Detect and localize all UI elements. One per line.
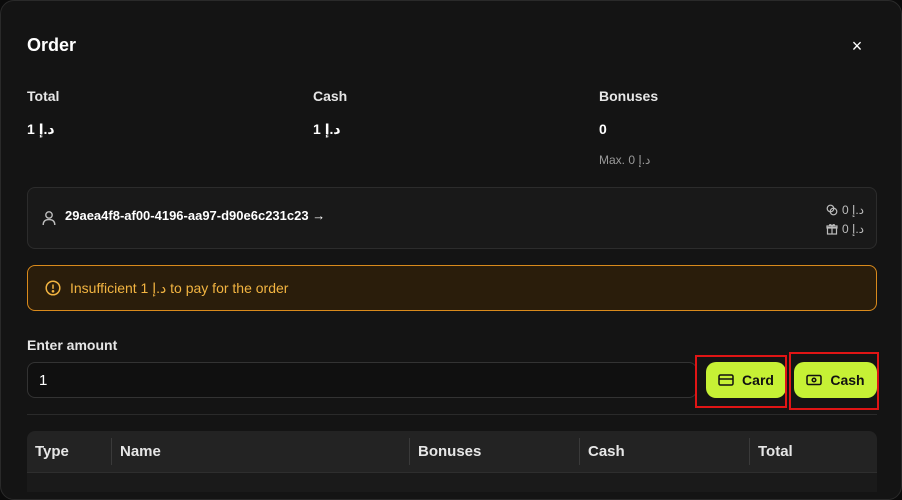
amount-input[interactable] bbox=[27, 362, 697, 398]
user-id-link[interactable]: 29aea4f8-af00-4196-aa97-d90e6c231c23 → bbox=[65, 208, 325, 223]
col-separator bbox=[409, 438, 410, 465]
cash-balance-row: 0 د.إ bbox=[826, 200, 864, 219]
user-icon bbox=[42, 211, 56, 226]
user-balances: 0 د.إ 0 د.إ bbox=[826, 200, 864, 238]
cash-button-label: Cash bbox=[830, 372, 865, 388]
gift-icon bbox=[826, 223, 838, 235]
card-button[interactable]: Card bbox=[706, 362, 786, 398]
stat-bonuses: Bonuses 0 Max. 0 د.إ bbox=[599, 88, 658, 167]
user-id-text: 29aea4f8-af00-4196-aa97-d90e6c231c23 bbox=[65, 208, 309, 223]
table-header: Type Name Bonuses Cash Total bbox=[27, 431, 877, 472]
col-separator bbox=[579, 438, 580, 465]
close-icon[interactable]: × bbox=[846, 35, 868, 57]
col-separator bbox=[111, 438, 112, 465]
bonus-balance: 0 د.إ bbox=[841, 221, 864, 236]
card-icon bbox=[718, 374, 734, 386]
amount-label: Enter amount bbox=[27, 337, 118, 353]
stat-total: Total 1 د.إ bbox=[27, 88, 59, 138]
col-type[interactable]: Type bbox=[35, 431, 69, 472]
arrow-right-icon: → bbox=[312, 208, 326, 223]
stat-total-label: Total bbox=[27, 88, 60, 104]
alert-text: Insufficient 1 د.إ to pay for the order bbox=[70, 279, 289, 296]
col-bonuses[interactable]: Bonuses bbox=[418, 431, 481, 472]
stat-cash-label: Cash bbox=[313, 88, 348, 104]
col-cash[interactable]: Cash bbox=[588, 431, 625, 472]
cash-button[interactable]: Cash bbox=[794, 362, 877, 398]
cash-balance: 0 د.إ bbox=[841, 202, 864, 217]
divider bbox=[27, 414, 877, 415]
card-button-label: Card bbox=[742, 372, 774, 388]
col-separator bbox=[749, 438, 750, 465]
stat-cash-value: 1 د.إ bbox=[313, 121, 341, 137]
banknote-icon bbox=[806, 374, 823, 386]
col-name[interactable]: Name bbox=[120, 431, 161, 472]
modal-title: Order bbox=[27, 35, 77, 55]
stat-bonuses-label: Bonuses bbox=[599, 88, 659, 104]
table-body bbox=[27, 472, 877, 492]
coins-icon bbox=[826, 204, 838, 215]
insufficient-funds-alert: Insufficient 1 د.إ to pay for the order bbox=[27, 265, 877, 311]
order-modal: Order × Total 1 د.إ Cash 1 د.إ Bonuses 0… bbox=[0, 0, 902, 500]
col-total[interactable]: Total bbox=[758, 431, 793, 472]
user-card[interactable]: 29aea4f8-af00-4196-aa97-d90e6c231c23 → 0… bbox=[27, 187, 877, 249]
stat-bonuses-max: Max. 0 د.إ bbox=[599, 153, 651, 167]
stat-total-value: 1 د.إ bbox=[27, 121, 55, 137]
stat-cash: Cash 1 د.إ bbox=[313, 88, 347, 138]
warning-icon bbox=[45, 280, 61, 296]
stat-bonuses-value: 0 bbox=[599, 121, 607, 137]
bonus-balance-row: 0 د.إ bbox=[826, 219, 864, 238]
